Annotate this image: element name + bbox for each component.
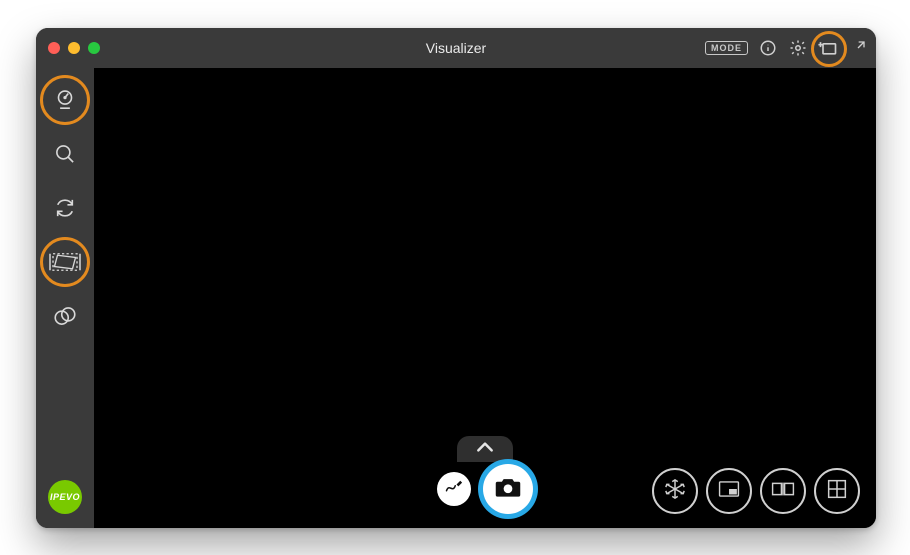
- freeze-icon: [664, 478, 686, 505]
- rotate-icon[interactable]: [51, 194, 79, 222]
- add-window-icon[interactable]: [818, 38, 838, 58]
- capture-button[interactable]: [483, 464, 533, 514]
- tray-expand-button[interactable]: [457, 436, 513, 462]
- video-viewport: [94, 68, 876, 528]
- brand-logo[interactable]: IPEVO: [48, 480, 82, 514]
- close-window-button[interactable]: [48, 42, 60, 54]
- app-window: Visualizer MODE: [36, 28, 876, 528]
- pip-icon: [718, 480, 740, 503]
- freeze-button[interactable]: [652, 468, 698, 514]
- grid-split-button[interactable]: [814, 468, 860, 514]
- gear-icon[interactable]: [788, 38, 808, 58]
- title-bar-right: MODE: [705, 28, 868, 68]
- chevron-up-icon: [475, 440, 495, 459]
- window-controls: [48, 42, 100, 54]
- left-toolbar: IPEVO: [36, 68, 94, 528]
- mode-button[interactable]: MODE: [705, 41, 748, 55]
- grid-split-icon: [827, 479, 847, 504]
- brand-label: IPEVO: [50, 492, 80, 502]
- scribble-icon: [444, 477, 464, 502]
- camera-select-icon[interactable]: [51, 86, 79, 114]
- camera-icon: [494, 475, 522, 504]
- view-controls: [652, 468, 860, 514]
- filters-icon[interactable]: [51, 302, 79, 330]
- book-split-icon: [771, 480, 795, 503]
- magnifier-icon[interactable]: [51, 140, 79, 168]
- info-icon[interactable]: [758, 38, 778, 58]
- zoom-window-button[interactable]: [88, 42, 100, 54]
- expand-icon[interactable]: [848, 38, 868, 58]
- annotate-button[interactable]: [437, 472, 471, 506]
- minimize-window-button[interactable]: [68, 42, 80, 54]
- title-bar: Visualizer MODE: [36, 28, 876, 68]
- pip-button[interactable]: [706, 468, 752, 514]
- capture-controls: [437, 464, 533, 514]
- book-split-button[interactable]: [760, 468, 806, 514]
- keystone-icon[interactable]: [51, 248, 79, 276]
